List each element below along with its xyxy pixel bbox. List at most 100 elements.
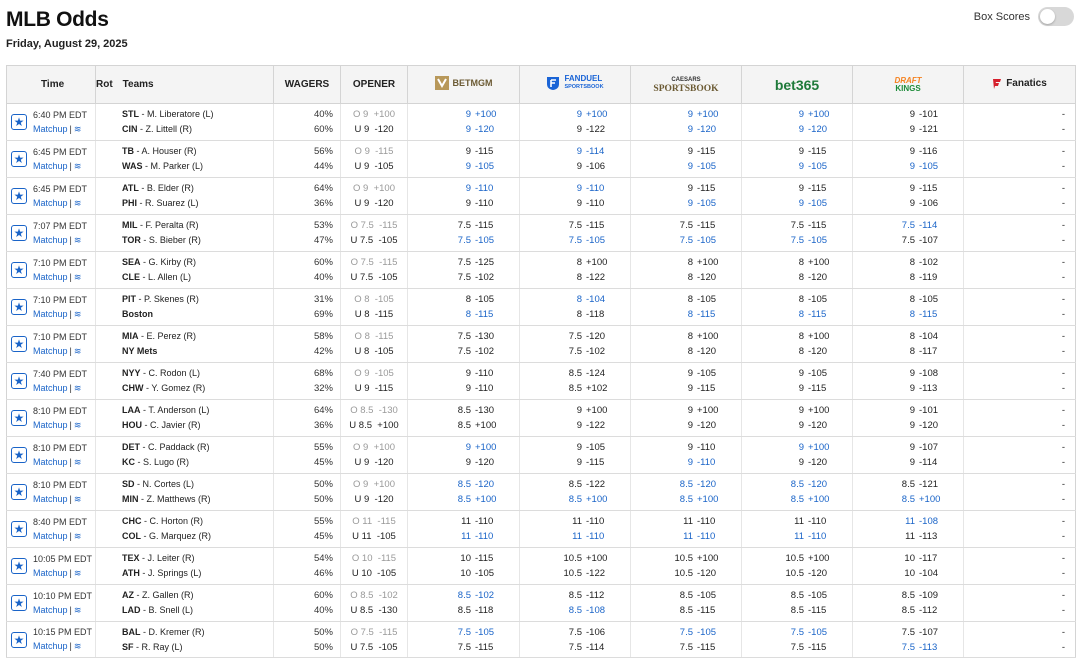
home-team[interactable]: CHW	[122, 383, 144, 393]
odds-cell-betmgm[interactable]: 7.5 -105 7.5 -115	[407, 621, 520, 658]
matchup-link[interactable]: Matchup	[33, 383, 68, 393]
odds-cell-fanduel[interactable]: 10.5 +100 10.5 -122	[519, 547, 631, 585]
odds-cell-caesars[interactable]: 9 -115 9 -105	[630, 140, 742, 178]
odds-cell-betmgm[interactable]: 9 +100 9 -120	[407, 103, 520, 141]
odds-cell-draftkings[interactable]: 8.5 -121 8.5 +100	[852, 473, 964, 511]
odds-cell-betmgm[interactable]: 8.5 -120 8.5 +100	[407, 473, 520, 511]
odds-cell-fanduel[interactable]: 8 -104 8 -118	[519, 288, 631, 326]
header-fanduel[interactable]: FANDUEL SPORTSBOOK	[519, 65, 631, 104]
odds-cell-betmgm[interactable]: 8.5 -130 8.5 +100	[407, 399, 520, 437]
favorite-star-icon[interactable]: ★	[11, 373, 27, 389]
matchup-link[interactable]: Matchup	[33, 161, 68, 171]
home-team[interactable]: HOU	[122, 420, 142, 430]
odds-cell-fanatics[interactable]: --	[963, 103, 1076, 141]
home-team[interactable]: Boston	[122, 309, 153, 319]
line-chart-icon[interactable]: ≋	[74, 494, 82, 504]
odds-cell-draftkings[interactable]: 9 -116 9 -105	[852, 140, 964, 178]
line-chart-icon[interactable]: ≋	[74, 346, 82, 356]
odds-cell-draftkings[interactable]: 9 -107 9 -114	[852, 436, 964, 474]
line-chart-icon[interactable]: ≋	[74, 568, 82, 578]
matchup-link[interactable]: Matchup	[33, 568, 68, 578]
home-team[interactable]: COL	[122, 531, 141, 541]
home-team[interactable]: SF	[122, 642, 134, 652]
odds-cell-caesars[interactable]: 7.5 -115 7.5 -105	[630, 214, 742, 252]
away-team[interactable]: DET	[122, 442, 140, 452]
header-draftkings[interactable]: DRAFT KINGS	[852, 65, 964, 104]
header-betmgm[interactable]: BETMGM	[407, 65, 520, 104]
home-team[interactable]: TOR	[122, 235, 141, 245]
odds-cell-bet365[interactable]: 8 -105 8 -115	[741, 288, 853, 326]
matchup-link[interactable]: Matchup	[33, 641, 68, 651]
home-team[interactable]: LAD	[122, 605, 141, 615]
odds-cell-betmgm[interactable]: 8 -105 8 -115	[407, 288, 520, 326]
odds-cell-fanduel[interactable]: 7.5 -120 7.5 -102	[519, 325, 631, 363]
favorite-star-icon[interactable]: ★	[11, 595, 27, 611]
odds-cell-fanatics[interactable]: --	[963, 325, 1076, 363]
odds-cell-bet365[interactable]: 9 -115 9 -105	[741, 140, 853, 178]
home-team[interactable]: ATH	[122, 568, 140, 578]
favorite-star-icon[interactable]: ★	[11, 336, 27, 352]
away-team[interactable]: SEA	[122, 257, 141, 267]
line-chart-icon[interactable]: ≋	[74, 605, 82, 615]
odds-cell-betmgm[interactable]: 7.5 -115 7.5 -105	[407, 214, 520, 252]
matchup-link[interactable]: Matchup	[33, 124, 68, 134]
home-team[interactable]: PHI	[122, 198, 137, 208]
odds-cell-draftkings[interactable]: 9 -101 9 -121	[852, 103, 964, 141]
line-chart-icon[interactable]: ≋	[74, 457, 82, 467]
header-caesars[interactable]: CAESARS SPORTSBOOK	[630, 65, 742, 104]
odds-cell-betmgm[interactable]: 11 -110 11 -110	[407, 510, 520, 548]
home-team[interactable]: CIN	[122, 124, 138, 134]
line-chart-icon[interactable]: ≋	[74, 198, 82, 208]
odds-cell-caesars[interactable]: 8.5 -105 8.5 -115	[630, 584, 742, 622]
odds-cell-draftkings[interactable]: 7.5 -114 7.5 -107	[852, 214, 964, 252]
away-team[interactable]: AZ	[122, 590, 134, 600]
line-chart-icon[interactable]: ≋	[74, 124, 82, 134]
favorite-star-icon[interactable]: ★	[11, 262, 27, 278]
favorite-star-icon[interactable]: ★	[11, 299, 27, 315]
away-team[interactable]: TB	[122, 146, 134, 156]
away-team[interactable]: LAA	[122, 405, 141, 415]
line-chart-icon[interactable]: ≋	[74, 420, 82, 430]
away-team[interactable]: NYY	[122, 368, 141, 378]
odds-cell-bet365[interactable]: 10.5 +100 10.5 -120	[741, 547, 853, 585]
favorite-star-icon[interactable]: ★	[11, 521, 27, 537]
matchup-link[interactable]: Matchup	[33, 346, 68, 356]
odds-cell-betmgm[interactable]: 9 -110 9 -110	[407, 177, 520, 215]
matchup-link[interactable]: Matchup	[33, 309, 68, 319]
line-chart-icon[interactable]: ≋	[74, 531, 82, 541]
odds-cell-fanduel[interactable]: 7.5 -115 7.5 -105	[519, 214, 631, 252]
odds-cell-fanatics[interactable]: --	[963, 510, 1076, 548]
odds-cell-caesars[interactable]: 7.5 -105 7.5 -115	[630, 621, 742, 658]
away-team[interactable]: CHC	[122, 516, 142, 526]
away-team[interactable]: MIL	[122, 220, 138, 230]
odds-cell-draftkings[interactable]: 8 -102 8 -119	[852, 251, 964, 289]
favorite-star-icon[interactable]: ★	[11, 410, 27, 426]
odds-cell-fanduel[interactable]: 11 -110 11 -110	[519, 510, 631, 548]
odds-cell-fanduel[interactable]: 7.5 -106 7.5 -114	[519, 621, 631, 658]
odds-cell-draftkings[interactable]: 9 -108 9 -113	[852, 362, 964, 400]
line-chart-icon[interactable]: ≋	[74, 272, 82, 282]
odds-cell-bet365[interactable]: 11 -110 11 -110	[741, 510, 853, 548]
odds-cell-fanatics[interactable]: --	[963, 584, 1076, 622]
odds-cell-fanduel[interactable]: 8.5 -124 8.5 +102	[519, 362, 631, 400]
odds-cell-fanduel[interactable]: 9 -110 9 -110	[519, 177, 631, 215]
matchup-link[interactable]: Matchup	[33, 198, 68, 208]
box-scores-toggle[interactable]	[1038, 7, 1074, 26]
odds-cell-fanatics[interactable]: --	[963, 399, 1076, 437]
away-team[interactable]: PIT	[122, 294, 136, 304]
home-team[interactable]: MIN	[122, 494, 139, 504]
home-team[interactable]: NY Mets	[122, 346, 157, 356]
line-chart-icon[interactable]: ≋	[74, 641, 82, 651]
odds-cell-caesars[interactable]: 11 -110 11 -110	[630, 510, 742, 548]
odds-cell-fanatics[interactable]: --	[963, 621, 1076, 658]
odds-cell-bet365[interactable]: 8 +100 8 -120	[741, 251, 853, 289]
odds-cell-draftkings[interactable]: 8 -104 8 -117	[852, 325, 964, 363]
odds-cell-fanduel[interactable]: 8.5 -112 8.5 -108	[519, 584, 631, 622]
odds-cell-draftkings[interactable]: 8.5 -109 8.5 -112	[852, 584, 964, 622]
favorite-star-icon[interactable]: ★	[11, 484, 27, 500]
header-bet365[interactable]: bet365	[741, 65, 853, 104]
away-team[interactable]: BAL	[122, 627, 141, 637]
header-fanatics[interactable]: Fanatics	[963, 65, 1076, 104]
line-chart-icon[interactable]: ≋	[74, 235, 82, 245]
odds-cell-betmgm[interactable]: 9 -115 9 -105	[407, 140, 520, 178]
